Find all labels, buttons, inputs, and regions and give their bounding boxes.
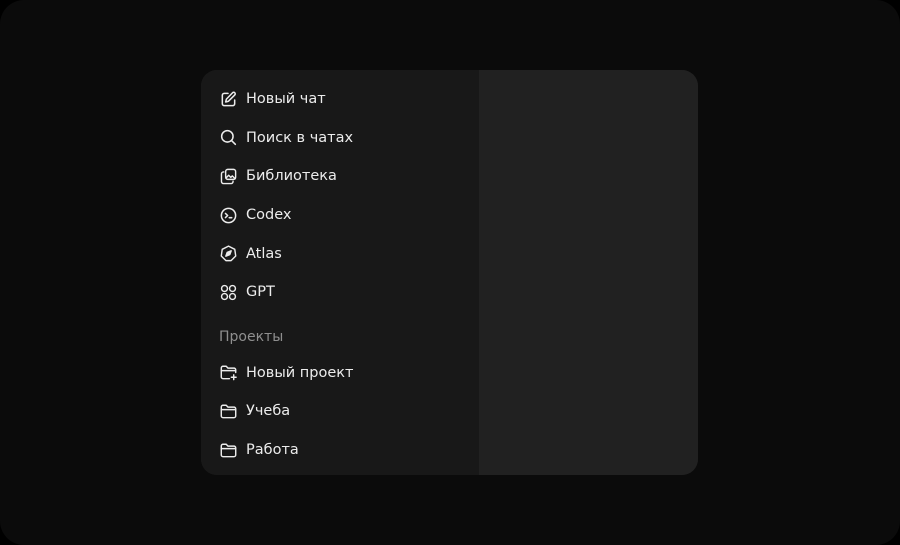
main-content-area <box>479 70 698 475</box>
folder-icon <box>219 402 238 421</box>
edit-icon <box>219 90 238 109</box>
sidebar-item-search-chats[interactable]: Поиск в чатах <box>201 119 479 158</box>
app-frame: Новый чат Поиск в чатах Библиотека Codex… <box>0 0 900 545</box>
sidebar-item-new-chat[interactable]: Новый чат <box>201 80 479 119</box>
sidebar-item-project-work[interactable]: Работа <box>201 431 479 470</box>
sidebar-item-label: Новый проект <box>246 364 354 381</box>
sidebar-item-label: Codex <box>246 207 292 224</box>
sidebar-item-library[interactable]: Библиотека <box>201 157 479 196</box>
sidebar-item-label: Atlas <box>246 245 282 262</box>
sidebar-item-atlas[interactable]: Atlas <box>201 234 479 273</box>
sidebar-item-label: Работа <box>246 442 299 459</box>
sidebar-item-new-project[interactable]: Новый проект <box>201 354 479 393</box>
grid-icon <box>219 283 238 302</box>
sidebar-item-label: Библиотека <box>246 168 337 185</box>
sidebar: Новый чат Поиск в чатах Библиотека Codex… <box>201 70 479 475</box>
projects-section-title: Проекты <box>219 328 284 345</box>
compass-icon <box>219 244 238 263</box>
sidebar-item-label: Новый чат <box>246 91 326 108</box>
folder-plus-icon <box>219 363 238 382</box>
folder-icon <box>219 441 238 460</box>
sidebar-item-label: Поиск в чатах <box>246 129 354 146</box>
sidebar-item-project-study[interactable]: Учеба <box>201 392 479 431</box>
app-window: Новый чат Поиск в чатах Библиотека Codex… <box>201 70 698 475</box>
library-icon <box>219 167 238 186</box>
terminal-icon <box>219 206 238 225</box>
search-icon <box>219 128 238 147</box>
sidebar-item-gpt[interactable]: GPT <box>201 273 479 312</box>
sidebar-item-codex[interactable]: Codex <box>201 196 479 235</box>
sidebar-item-label: Учеба <box>246 403 291 420</box>
sidebar-item-label: GPT <box>246 284 275 301</box>
